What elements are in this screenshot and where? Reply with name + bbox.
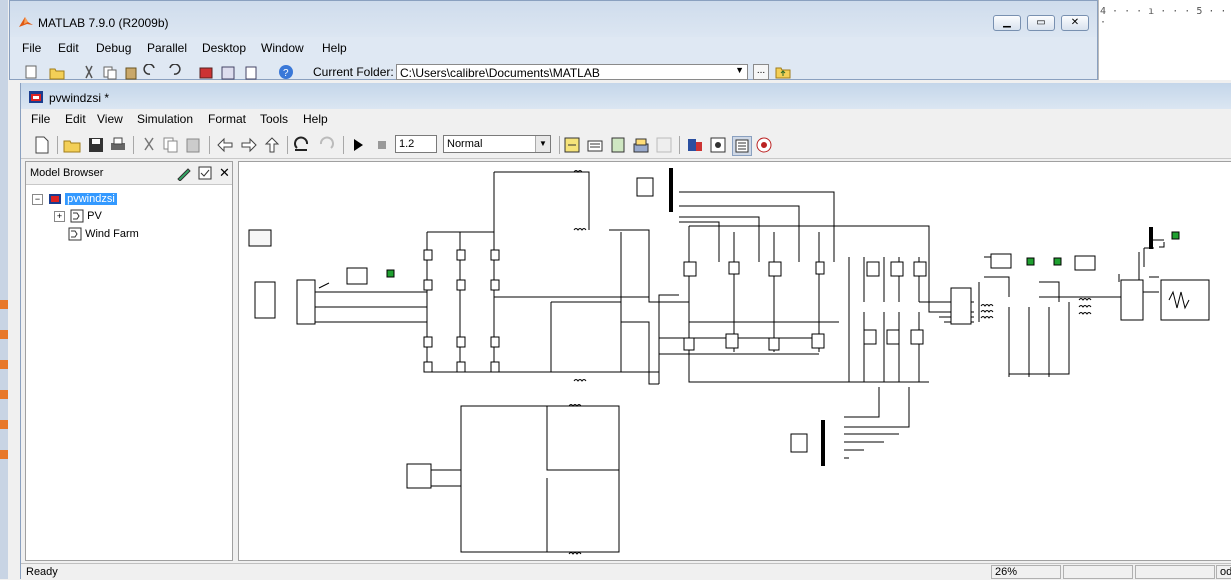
menu-edit[interactable]: Edit (58, 41, 79, 55)
chevron-down-icon[interactable]: ▼ (535, 136, 550, 152)
paste-icon[interactable] (184, 136, 202, 154)
undo-icon[interactable] (293, 136, 311, 154)
current-folder-field[interactable]: C:\Users\calibre\Documents\MATLAB ▼ (396, 64, 748, 80)
toggle-icon-active[interactable] (732, 136, 752, 156)
menu-desktop[interactable]: Desktop (202, 41, 246, 55)
model-menu-help[interactable]: Help (303, 112, 328, 126)
matlab-toolbar: ? Current Folder: C:\Users\calibre\Docum… (10, 61, 1097, 81)
model-browser-header: Model Browser ✕ (26, 162, 232, 185)
copy-icon[interactable] (162, 136, 180, 154)
matlab-window: MATLAB 7.9.0 (R2009b) ▁ ▭ ✕ File Edit De… (9, 0, 1098, 80)
model-menu-bar: File Edit View Simulation Format Tools H… (21, 110, 1231, 130)
stop-simulation-icon[interactable] (373, 136, 391, 154)
tree-item-pv-row[interactable]: + PV (54, 209, 102, 223)
save-icon[interactable] (87, 136, 105, 154)
model-menu-file[interactable]: File (31, 112, 50, 126)
matlab-title-bar: MATLAB 7.9.0 (R2009b) ▁ ▭ ✕ (10, 1, 1097, 37)
matlab-title: MATLAB 7.9.0 (R2009b) (38, 16, 169, 30)
zoom-level: 26% (991, 565, 1061, 579)
folder-up-icon[interactable] (775, 64, 791, 80)
print-icon[interactable] (109, 136, 127, 154)
matlab-logo-icon (19, 17, 33, 27)
menu-file[interactable]: File (22, 41, 41, 55)
stop-time-input[interactable]: 1.2 (395, 135, 437, 153)
minimize-button[interactable]: ▁ (993, 15, 1021, 31)
simulink-model-icon (29, 91, 43, 103)
tree-item-wind-farm-row[interactable]: Wind Farm (68, 227, 139, 241)
tree-root[interactable]: − pvwindzsi (32, 192, 117, 206)
model-browser-panel: Model Browser ✕ − pvwindzsi + PV Wind Fa… (25, 161, 233, 561)
background-desktop-edge (0, 0, 8, 579)
current-folder-value: C:\Users\calibre\Documents\MATLAB (400, 66, 600, 80)
close-icon[interactable]: ✕ (219, 165, 230, 181)
subsystem-icon (68, 227, 82, 241)
status-bar: Ready 26% od (21, 563, 1231, 580)
chevron-down-icon[interactable]: ▼ (735, 65, 744, 75)
simulation-mode-value: Normal (447, 138, 483, 150)
model-menu-view[interactable]: View (97, 112, 123, 126)
debug-icon[interactable] (655, 136, 673, 154)
back-arrow-icon[interactable] (216, 136, 234, 154)
maximize-button[interactable]: ▭ (1027, 15, 1055, 31)
simulink-target-icon[interactable] (755, 136, 773, 154)
forward-arrow-icon[interactable] (240, 136, 258, 154)
menu-window[interactable]: Window (261, 41, 304, 55)
build-icon[interactable] (586, 136, 604, 154)
simulink-model-icon (49, 194, 62, 204)
cut-icon[interactable] (140, 136, 158, 154)
model-menu-tools[interactable]: Tools (260, 112, 288, 126)
browse-folder-button[interactable]: ... (753, 64, 769, 80)
subsystem-icon (70, 209, 84, 223)
model-explorer-icon[interactable] (686, 136, 704, 154)
model-toolbar: 1.2 Normal ▼ (21, 132, 1231, 159)
diagram-canvas[interactable] (238, 161, 1231, 561)
solver-name: od (1216, 565, 1231, 579)
document-ruler: 4 · · · ı · · · 5 · · · (1100, 6, 1227, 28)
simulink-diagram[interactable] (239, 162, 1231, 560)
model-menu-format[interactable]: Format (208, 112, 246, 126)
expand-icon[interactable]: + (54, 210, 65, 222)
model-browser-toggle-icon[interactable] (709, 136, 727, 154)
tree-item-pvwindzsi[interactable]: pvwindzsi (65, 192, 117, 205)
redo-icon[interactable] (317, 136, 335, 154)
simulation-mode-select[interactable]: Normal ▼ (443, 135, 551, 153)
open-icon[interactable] (63, 136, 81, 154)
tree-item-pv[interactable]: PV (87, 210, 102, 222)
menu-help[interactable]: Help (322, 41, 347, 55)
model-window: pvwindzsi * File Edit View Simulation Fo… (20, 83, 1231, 580)
update-diagram-icon[interactable] (563, 136, 581, 154)
tree-item-wind-farm[interactable]: Wind Farm (85, 228, 139, 240)
status-pane-empty-2 (1135, 565, 1215, 579)
close-button[interactable]: ✕ (1061, 15, 1089, 31)
svg-text:?: ? (283, 68, 289, 79)
library-browser-icon[interactable] (632, 136, 650, 154)
model-menu-simulation[interactable]: Simulation (137, 112, 193, 126)
start-simulation-icon[interactable] (349, 136, 367, 154)
new-model-icon[interactable] (33, 136, 51, 154)
model-menu-edit[interactable]: Edit (65, 112, 86, 126)
model-title: pvwindzsi * (49, 91, 110, 105)
up-arrow-icon[interactable] (263, 136, 281, 154)
model-browser-title: Model Browser (30, 167, 104, 179)
filter-icon[interactable] (176, 165, 192, 181)
matlab-toolbar-icons: ? (25, 64, 293, 80)
matlab-menu-bar: File Edit Debug Parallel Desktop Window … (10, 39, 1097, 59)
menu-parallel[interactable]: Parallel (147, 41, 187, 55)
status-pane-empty-1 (1063, 565, 1133, 579)
current-folder-label: Current Folder: (313, 65, 394, 79)
status-text: Ready (26, 566, 58, 578)
model-advisor-icon[interactable] (609, 136, 627, 154)
menu-debug[interactable]: Debug (96, 41, 131, 55)
collapse-icon[interactable]: − (32, 193, 43, 205)
model-title-bar: pvwindzsi * (21, 83, 1231, 109)
show-blocks-icon[interactable] (197, 165, 213, 181)
